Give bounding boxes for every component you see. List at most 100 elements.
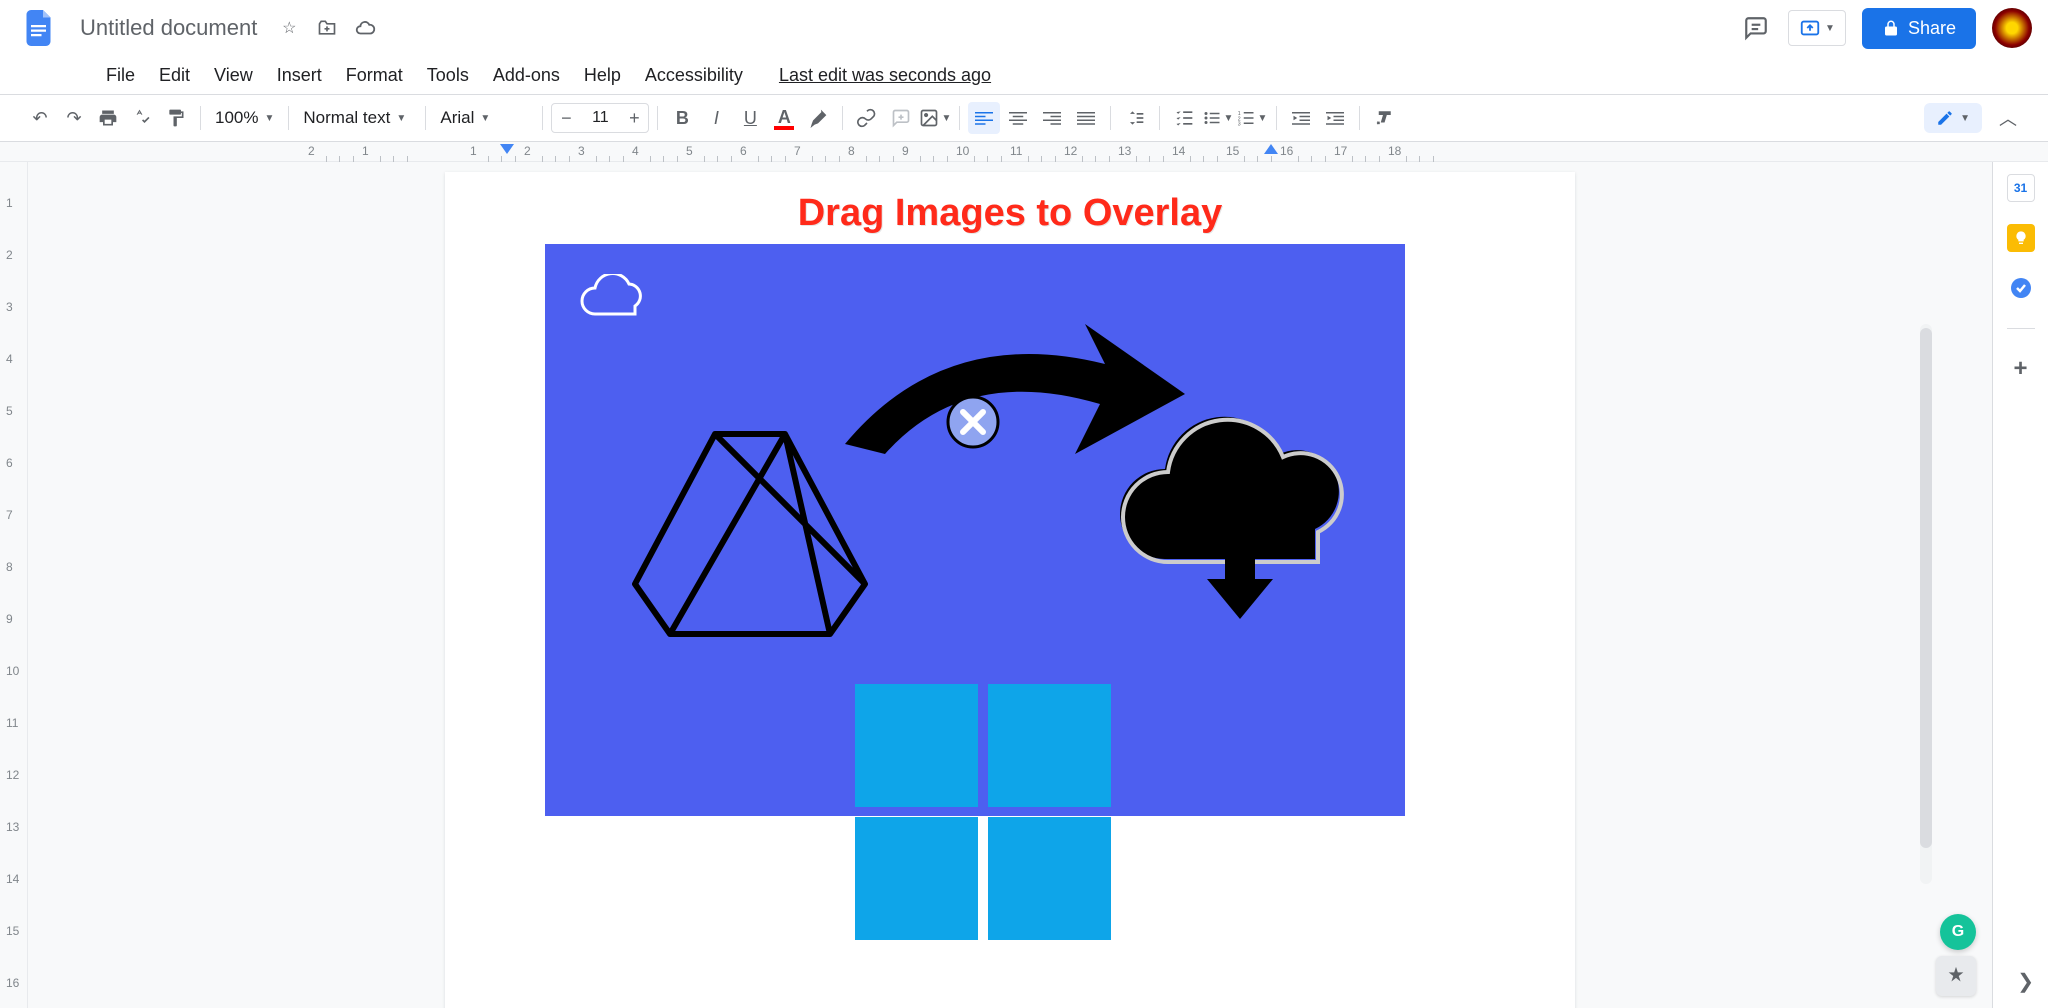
menu-format[interactable]: Format	[336, 59, 413, 92]
font-select[interactable]: Arial▼	[434, 108, 534, 128]
chevron-down-icon: ▼	[1960, 113, 1970, 124]
explore-icon[interactable]	[1936, 956, 1976, 996]
bold-icon[interactable]: B	[666, 102, 698, 134]
ruler-label: 10	[6, 664, 19, 678]
horizontal-ruler[interactable]: 21123456789101112131415161718	[0, 142, 2048, 162]
ruler-label: 12	[6, 768, 19, 782]
move-icon[interactable]	[315, 16, 339, 40]
circled-x-icon	[945, 394, 1001, 450]
paragraph-style-select[interactable]: Normal text▼	[297, 108, 417, 128]
insert-link-icon[interactable]	[851, 102, 883, 134]
font-size-increase[interactable]: +	[620, 104, 648, 132]
cloud-outline-icon	[575, 274, 655, 324]
align-justify-icon[interactable]	[1070, 102, 1102, 134]
add-app-icon[interactable]: +	[2007, 355, 2035, 383]
font-size-stepper[interactable]: − 11 +	[551, 103, 649, 133]
keep-app-icon[interactable]	[2007, 224, 2035, 252]
last-edit-link[interactable]: Last edit was seconds ago	[769, 59, 1001, 92]
menu-accessibility[interactable]: Accessibility	[635, 59, 753, 92]
menu-edit[interactable]: Edit	[149, 59, 200, 92]
checklist-icon[interactable]	[1168, 102, 1200, 134]
ruler-label: 5	[686, 144, 693, 158]
ruler-label: 16	[6, 976, 19, 990]
add-comment-icon[interactable]	[885, 102, 917, 134]
svg-text:3: 3	[1238, 122, 1241, 128]
menu-file[interactable]: File	[96, 59, 145, 92]
ruler-label: 4	[6, 352, 13, 366]
chevron-down-icon: ▼	[264, 113, 274, 124]
numbered-list-icon[interactable]: 123▼	[1236, 102, 1268, 134]
increase-indent-icon[interactable]	[1319, 102, 1351, 134]
paint-format-icon[interactable]	[160, 102, 192, 134]
menu-help[interactable]: Help	[574, 59, 631, 92]
vertical-ruler[interactable]: 12345678910111213141516	[0, 162, 28, 1008]
ruler-label: 9	[6, 612, 13, 626]
menu-view[interactable]: View	[204, 59, 263, 92]
windows-tile	[988, 684, 1111, 807]
chevron-down-icon: ▼	[1825, 23, 1835, 34]
grammarly-icon[interactable]: G	[1940, 914, 1976, 950]
underline-icon[interactable]: U	[734, 102, 766, 134]
share-button[interactable]: Share	[1862, 8, 1976, 49]
windows-tile	[855, 684, 978, 807]
avatar[interactable]	[1992, 8, 2032, 48]
undo-icon[interactable]: ↶	[24, 102, 56, 134]
ruler-label: 3	[6, 300, 13, 314]
bulleted-list-icon[interactable]: ▼	[1202, 102, 1234, 134]
ruler-label: 9	[902, 144, 909, 158]
ruler-label: 17	[1334, 144, 1347, 158]
menu-tools[interactable]: Tools	[417, 59, 479, 92]
highlight-icon[interactable]	[802, 102, 834, 134]
tasks-app-icon[interactable]	[2007, 274, 2035, 302]
align-center-icon[interactable]	[1002, 102, 1034, 134]
page-title: Drag Images to Overlay	[798, 192, 1223, 235]
ruler-label: 10	[956, 144, 969, 158]
document-title[interactable]: Untitled document	[72, 15, 265, 41]
ruler-label: 4	[632, 144, 639, 158]
menu-insert[interactable]: Insert	[267, 59, 332, 92]
align-right-icon[interactable]	[1036, 102, 1068, 134]
zoom-select[interactable]: 100%▼	[209, 108, 280, 128]
document-canvas[interactable]: Drag Images to Overlay	[28, 162, 1992, 1008]
font-size-value[interactable]: 11	[580, 109, 620, 127]
ruler-label: 5	[6, 404, 13, 418]
star-icon[interactable]: ☆	[277, 16, 301, 40]
editing-mode-button[interactable]: ▼	[1924, 103, 1982, 133]
insert-image-icon[interactable]: ▼	[919, 102, 951, 134]
scrollbar-thumb[interactable]	[1920, 328, 1932, 848]
italic-icon[interactable]: I	[700, 102, 732, 134]
comment-history-icon[interactable]	[1740, 12, 1772, 44]
chevron-down-icon: ▼	[480, 113, 490, 124]
present-button[interactable]: ▼	[1788, 10, 1846, 46]
windows-tile	[855, 817, 978, 940]
print-icon[interactable]	[92, 102, 124, 134]
cloud-status-icon[interactable]	[353, 16, 377, 40]
collapse-toolbar-icon[interactable]: ︿	[1992, 102, 2024, 134]
clear-formatting-icon[interactable]	[1368, 102, 1400, 134]
ruler-label: 2	[524, 144, 531, 158]
spellcheck-icon[interactable]	[126, 102, 158, 134]
redo-icon[interactable]: ↷	[58, 102, 90, 134]
chevron-down-icon: ▼	[396, 113, 406, 124]
ruler-label: 7	[6, 508, 13, 522]
ruler-label: 3	[578, 144, 585, 158]
first-line-indent-marker[interactable]	[500, 144, 514, 161]
side-panel: 31 +	[1992, 162, 2048, 1008]
ruler-label: 1	[362, 144, 369, 158]
windows-logo-image[interactable]	[855, 684, 1115, 944]
ruler-label: 13	[1118, 144, 1131, 158]
calendar-app-icon[interactable]: 31	[2007, 174, 2035, 202]
page[interactable]: Drag Images to Overlay	[445, 172, 1575, 1008]
ruler-label: 14	[6, 872, 19, 886]
decrease-indent-icon[interactable]	[1285, 102, 1317, 134]
line-spacing-icon[interactable]	[1119, 102, 1151, 134]
ruler-label: 6	[6, 456, 13, 470]
align-left-icon[interactable]	[968, 102, 1000, 134]
text-color-icon[interactable]: A	[768, 102, 800, 134]
side-panel-toggle-icon[interactable]: ❯	[2017, 969, 2034, 994]
menu-addons[interactable]: Add-ons	[483, 59, 570, 92]
docs-logo[interactable]	[16, 4, 64, 52]
ruler-label: 16	[1280, 144, 1293, 158]
font-size-decrease[interactable]: −	[552, 104, 580, 132]
right-indent-marker[interactable]	[1264, 144, 1278, 161]
